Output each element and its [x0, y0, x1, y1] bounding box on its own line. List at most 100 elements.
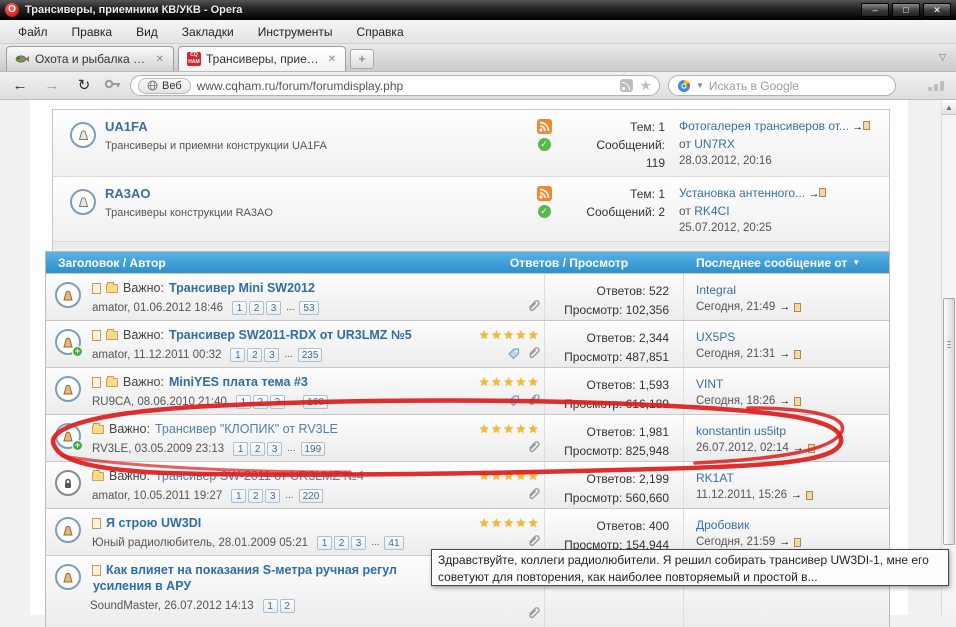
page-button[interactable]: 3: [267, 442, 282, 456]
page-button[interactable]: 3: [266, 301, 281, 315]
menu-file[interactable]: Файл: [6, 22, 60, 42]
page-button[interactable]: 2: [250, 442, 265, 456]
page-button[interactable]: 3: [265, 489, 280, 503]
column-header-replies[interactable]: Ответов / Просмотр: [454, 256, 684, 270]
paperclip-icon[interactable]: [526, 392, 540, 407]
page-button[interactable]: 41: [384, 536, 403, 550]
column-header-title[interactable]: Заголовок / Автор: [46, 256, 454, 270]
lastpost-user-link[interactable]: Дробовик: [696, 518, 749, 532]
page-button[interactable]: 2: [334, 536, 349, 550]
goto-post-doc-icon[interactable]: [794, 397, 801, 406]
scrollbar-up-arrow-icon[interactable]: ▲: [942, 100, 956, 115]
page-button[interactable]: 3: [264, 348, 279, 362]
goto-post-doc-icon[interactable]: [794, 303, 801, 312]
lastpost-user-link[interactable]: VINT: [696, 377, 723, 391]
paperclip-icon[interactable]: [526, 439, 540, 454]
column-header-lastpost[interactable]: Последнее сообщение от ▼: [684, 256, 889, 270]
menu-view[interactable]: Вид: [124, 22, 170, 42]
vertical-scrollbar[interactable]: ▲: [941, 100, 956, 615]
tab-hunting-fishing[interactable]: Охота и рыбалка в Бел... ✕: [6, 46, 174, 71]
url-text[interactable]: www.cqham.ru/forum/forumdisplay.php: [197, 79, 615, 93]
thread-title-link[interactable]: MiniYES плата тема #3: [169, 375, 308, 389]
page-button[interactable]: 2: [249, 301, 264, 315]
forum-link[interactable]: RA3AO: [105, 186, 151, 201]
page-button[interactable]: 1: [231, 489, 246, 503]
lastpost-user-link[interactable]: konstantin us5itp: [696, 424, 786, 438]
page-button[interactable]: 1: [317, 536, 332, 550]
goto-post-arrow-icon[interactable]: →: [779, 346, 790, 363]
goto-post-arrow-icon[interactable]: →: [808, 188, 819, 200]
page-button[interactable]: 2: [248, 489, 263, 503]
lastpost-user-link[interactable]: RK4CI: [694, 204, 729, 218]
minimize-button[interactable]: –: [861, 3, 889, 17]
page-button[interactable]: 2: [253, 395, 268, 409]
goto-post-arrow-icon[interactable]: →: [793, 440, 804, 457]
paperclip-icon[interactable]: [526, 533, 540, 548]
rss-badge-icon[interactable]: [537, 119, 552, 134]
menu-bookmarks[interactable]: Закладки: [170, 22, 246, 42]
thread-title-link[interactable]: Как влияет на показания S-метра ручная р…: [106, 563, 397, 577]
menu-edit[interactable]: Правка: [60, 22, 125, 42]
thread-title-link[interactable]: Трансивер SW2011-RDX от UR3LMZ №5: [169, 328, 412, 342]
thread-title-link[interactable]: Трансивер Mini SW2012: [169, 281, 315, 295]
page-button[interactable]: 1: [230, 348, 245, 362]
thread-title-link[interactable]: Трансивер SW-2011 от UR3LMZ №4: [155, 469, 364, 483]
lastpost-user-link[interactable]: UN7RX: [694, 137, 735, 151]
page-button[interactable]: 2: [280, 599, 295, 613]
page-button[interactable]: 3: [270, 395, 285, 409]
page-button[interactable]: 53: [299, 301, 318, 315]
page-button[interactable]: 1: [263, 599, 278, 613]
goto-post-arrow-icon[interactable]: →: [779, 393, 790, 410]
forum-link[interactable]: UA1FA: [105, 119, 148, 134]
goto-post-arrow-icon[interactable]: →: [791, 487, 802, 504]
goto-post-doc-icon[interactable]: [794, 538, 801, 547]
goto-post-arrow-icon[interactable]: →: [852, 121, 863, 133]
lastpost-user-link[interactable]: RK1AT: [696, 471, 734, 485]
menu-tools[interactable]: Инструменты: [246, 22, 345, 42]
page-button[interactable]: 235: [298, 348, 323, 362]
scrollbar-thumb[interactable]: [943, 298, 955, 545]
paperclip-icon[interactable]: [526, 605, 540, 620]
menu-help[interactable]: Справка: [345, 22, 416, 42]
lastpost-user-link[interactable]: UX5PS: [696, 330, 735, 344]
rss-badge-icon[interactable]: [537, 186, 552, 201]
lastpost-title-link[interactable]: Фотогалерея трансиверов от...: [679, 119, 849, 133]
forward-icon[interactable]: →: [40, 75, 64, 97]
search-placeholder[interactable]: Искать в Google: [709, 79, 799, 93]
goto-post-doc-icon[interactable]: [806, 491, 813, 500]
thread-title-link[interactable]: Трансивер "КЛОПИК" от RV3LE: [155, 422, 338, 436]
thread-title-line2[interactable]: усиления в АРУ: [93, 579, 450, 593]
back-icon[interactable]: ←: [8, 75, 32, 97]
rss-feed-icon[interactable]: [620, 79, 633, 92]
tab-transceivers[interactable]: CQHAM Трансиверы, приемник... ✕: [178, 46, 346, 71]
lastpost-title-link[interactable]: Установка антенного...: [679, 186, 805, 200]
goto-post-doc-icon[interactable]: [819, 188, 826, 197]
reload-icon[interactable]: ↻: [72, 75, 96, 97]
tab-close-icon[interactable]: ✕: [155, 54, 165, 65]
goto-post-doc-icon[interactable]: [794, 350, 801, 359]
search-field[interactable]: ▼ Искать в Google: [668, 75, 896, 96]
goto-post-doc-icon[interactable]: [808, 444, 815, 453]
tab-close-icon[interactable]: ✕: [327, 54, 337, 65]
page-button[interactable]: 2: [247, 348, 262, 362]
address-bar[interactable]: Веб www.cqham.ru/forum/forumdisplay.php …: [130, 75, 660, 96]
lastpost-user-link[interactable]: Integral: [696, 283, 736, 297]
paperclip-icon[interactable]: [526, 486, 540, 501]
paperclip-icon[interactable]: [526, 345, 540, 360]
page-button[interactable]: 220: [299, 489, 324, 503]
maximize-button[interactable]: □: [892, 3, 920, 17]
page-button[interactable]: 3: [351, 536, 366, 550]
new-tab-button[interactable]: +: [350, 49, 374, 69]
page-button[interactable]: 160: [303, 395, 328, 409]
page-button[interactable]: 1: [236, 395, 251, 409]
web-mode-button[interactable]: Веб: [138, 78, 191, 94]
thread-title-link[interactable]: Я строю UW3DI: [106, 516, 201, 530]
page-button[interactable]: 1: [232, 301, 247, 315]
tab-list-chevron-icon[interactable]: ▽: [939, 52, 946, 63]
close-button[interactable]: ✕: [923, 3, 951, 17]
page-button[interactable]: 199: [301, 442, 326, 456]
page-button[interactable]: 1: [233, 442, 248, 456]
key-wand-icon[interactable]: [104, 77, 122, 95]
bookmark-star-icon[interactable]: ★: [639, 79, 652, 92]
paperclip-icon[interactable]: [526, 298, 540, 313]
